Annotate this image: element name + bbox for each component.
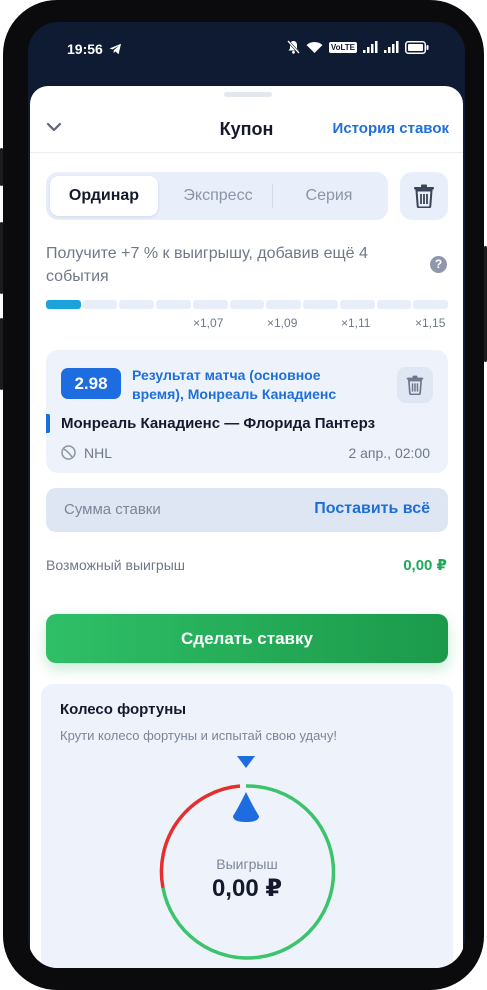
telegram-icon xyxy=(109,43,121,55)
tab-separator xyxy=(272,184,273,208)
stake-input[interactable]: Сумма ставки Поставить всё xyxy=(46,488,448,532)
event-name: Монреаль Канадиенс — Флорида Пантерз xyxy=(61,415,376,432)
progress-segment xyxy=(192,300,228,309)
possible-win-value: 0,00 ₽ xyxy=(403,557,447,574)
progress-segment xyxy=(376,300,412,309)
league-name: NHL xyxy=(84,445,113,461)
remove-bet-button[interactable] xyxy=(397,367,433,403)
progress-segment xyxy=(156,300,191,309)
stake-all-button[interactable]: Поставить всё xyxy=(314,500,430,518)
progress-segment xyxy=(229,300,265,309)
event-datetime: 2 апр., 02:00 xyxy=(348,445,430,461)
volte-icon: VoLTE xyxy=(328,41,357,53)
bonus-progress-bar xyxy=(46,300,448,309)
tab-express[interactable]: Экспресс xyxy=(162,176,274,216)
multiplier-label: ×1,15 xyxy=(415,316,446,330)
bet-coupon-sheet: Купон История ставок Ординар Экспресс Се… xyxy=(30,86,463,968)
bet-market: Результат матча (основное время), Монреа… xyxy=(132,367,337,402)
wheel-win-label: Выигрыш xyxy=(216,856,278,872)
signal-icon xyxy=(363,41,378,53)
stake-placeholder: Сумма ставки xyxy=(64,501,161,518)
fortune-wheel-card: Колесо фортуны Крути колесо фортуны и ис… xyxy=(41,684,453,968)
clear-coupon-button[interactable] xyxy=(400,172,448,220)
progress-segment xyxy=(413,300,448,309)
header-divider xyxy=(30,152,463,153)
progress-segment xyxy=(46,300,81,309)
place-bet-button[interactable]: Сделать ставку xyxy=(46,614,448,663)
status-time: 19:56 xyxy=(67,41,103,57)
tab-series[interactable]: Серия xyxy=(274,176,384,216)
wheel-title: Колесо фортуны xyxy=(60,701,187,718)
progress-segment xyxy=(82,300,118,309)
event-indicator xyxy=(46,414,50,433)
wheel-red-arc xyxy=(159,784,241,889)
wheel-subtitle: Крути колесо фортуны и испытай свою удач… xyxy=(60,728,337,743)
volume-up-button xyxy=(0,148,3,186)
trash-icon xyxy=(414,184,434,208)
wheel-spin-icon xyxy=(233,792,259,822)
multiplier-label: ×1,09 xyxy=(267,316,298,330)
progress-segment xyxy=(119,300,155,309)
possible-win-label: Возможный выигрыш xyxy=(46,557,186,573)
odds-badge: 2.98 xyxy=(61,368,121,399)
signal-icon xyxy=(384,41,399,53)
volume-down-button xyxy=(0,222,3,294)
wifi-icon xyxy=(306,41,323,53)
power-button xyxy=(0,318,3,390)
hockey-puck-icon xyxy=(61,445,76,460)
phone-screen: 19:56 VoLTE Купон История ставок Ординар… xyxy=(28,22,465,968)
help-icon[interactable]: ? xyxy=(430,256,447,273)
tab-single[interactable]: Ординар xyxy=(50,176,158,216)
progress-segment xyxy=(339,300,375,309)
sheet-grabber[interactable] xyxy=(224,92,272,97)
progress-segment xyxy=(303,300,338,309)
mute-icon xyxy=(286,40,300,54)
status-bar: 19:56 VoLTE xyxy=(28,22,465,72)
express-bonus-promo: Получите +7 % к выигрышу, добавив ещё 4 … xyxy=(46,245,368,285)
wheel-pointer-icon xyxy=(237,756,255,768)
progress-segment xyxy=(266,300,302,309)
battery-icon xyxy=(405,40,429,54)
trash-icon xyxy=(406,375,424,395)
phone-frame: 19:56 VoLTE Купон История ставок Ординар… xyxy=(0,0,487,990)
bet-type-tabs: Ординар Экспресс Серия xyxy=(46,172,388,220)
bet-card: 2.98 Результат матча (основное время), М… xyxy=(46,350,448,473)
status-icons: VoLTE xyxy=(286,40,429,54)
multiplier-label: ×1,11 xyxy=(341,316,371,330)
bet-history-link[interactable]: История ставок xyxy=(333,120,449,137)
multiplier-label: ×1,07 xyxy=(193,316,224,330)
wheel-win-amount: 0,00 ₽ xyxy=(211,875,283,902)
